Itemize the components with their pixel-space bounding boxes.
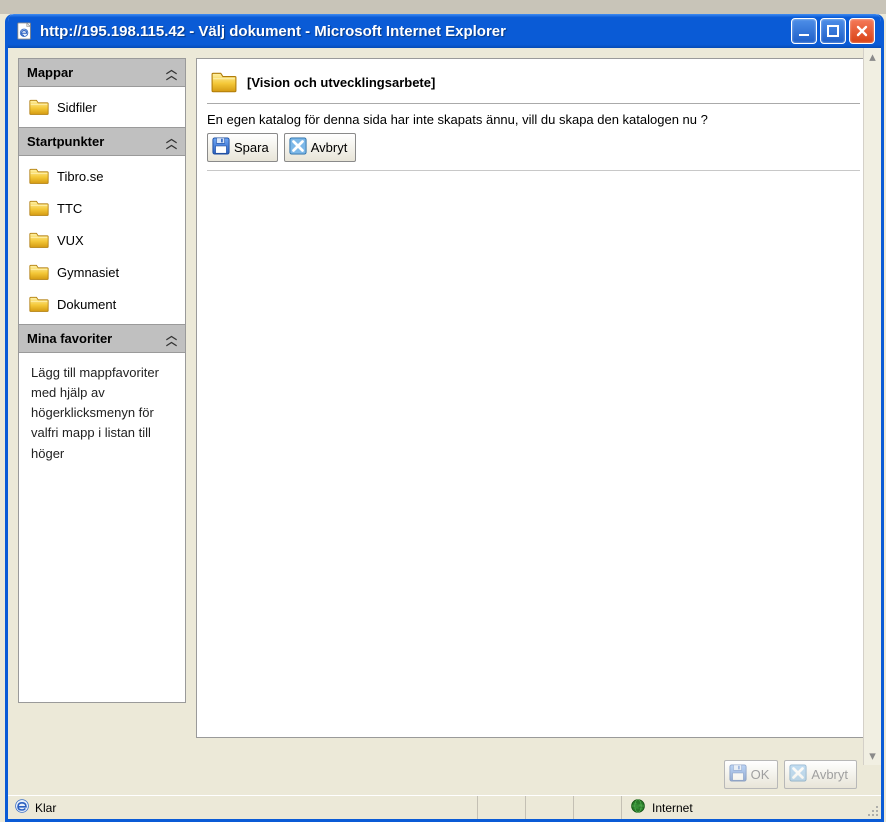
statusbar-empty-cell [574,796,622,819]
sidebar-section-startpunkter: Startpunkter ︿︿ Tibro.se TTC [19,127,185,324]
close-button[interactable] [849,18,875,44]
globe-icon [630,798,646,817]
statusbar-status-cell: Klar [8,796,478,819]
button-label: Spara [234,140,269,155]
dialog-bottom-buttons: OK Avbryt [724,760,857,789]
statusbar-empty-cell [526,796,574,819]
status-text: Klar [35,801,56,815]
prompt-text: En egen katalog för denna sida har inte … [207,112,860,127]
sidebar-header-mappar[interactable]: Mappar ︿︿ [19,59,185,87]
main-heading-text: [Vision och utvecklingsarbete] [247,75,435,90]
statusbar-empty-cell [478,796,526,819]
content-row: Mappar ︿︿ Sidfiler Startpunkter ︿︿ [8,48,881,819]
sidebar-item-vux[interactable]: VUX [19,224,185,256]
sidebar-item-tibro[interactable]: Tibro.se [19,160,185,192]
sidebar-header-favoriter[interactable]: Mina favoriter ︿︿ [19,324,185,353]
folder-icon [29,231,49,249]
sidebar-item-dokument[interactable]: Dokument [19,288,185,320]
scroll-up-arrow-icon[interactable]: ▴ [865,48,881,66]
ok-button[interactable]: OK [724,760,779,789]
ie-icon [14,798,30,817]
sidebar-item-label: Sidfiler [57,100,97,115]
resize-grip[interactable] [859,796,881,819]
folder-icon [29,98,49,116]
window-title: http://195.198.115.42 - Välj dokument - … [40,23,791,40]
button-label: Avbryt [811,767,848,782]
floppy-icon [212,137,230,158]
sidebar-item-label: TTC [57,201,82,216]
cancel-x-icon [789,764,807,785]
prompt-button-row: Spara Avbryt [207,133,860,171]
window-buttons [791,18,875,44]
sidebar-header-label: Startpunkter [27,134,104,149]
collapse-chevrons-icon: ︿︿ [166,333,177,345]
titlebar[interactable]: http://195.198.115.42 - Välj dokument - … [8,14,881,48]
app-page-icon [16,22,34,40]
cancel-bottom-button[interactable]: Avbryt [784,760,857,789]
scroll-down-arrow-icon[interactable]: ▾ [865,747,881,765]
vertical-scrollbar[interactable]: ▴ ▾ [863,48,881,765]
sidebar: Mappar ︿︿ Sidfiler Startpunkter ︿︿ [18,58,186,703]
sidebar-section-mappar: Mappar ︿︿ Sidfiler [19,59,185,127]
sidebar-header-label: Mappar [27,65,73,80]
sidebar-item-label: Gymnasiet [57,265,119,280]
sidebar-item-gymnasiet[interactable]: Gymnasiet [19,256,185,288]
client-area: Mappar ︿︿ Sidfiler Startpunkter ︿︿ [8,48,881,819]
maximize-button[interactable] [820,18,846,44]
desktop-background-strip [0,0,886,14]
sidebar-header-startpunkter[interactable]: Startpunkter ︿︿ [19,127,185,156]
cancel-x-icon [289,137,307,158]
collapse-chevrons-icon: ︿︿ [166,136,177,148]
sidebar-item-label: VUX [57,233,84,248]
zone-text: Internet [652,801,693,815]
sidebar-section-favoriter: Mina favoriter ︿︿ Lägg till mappfavorite… [19,324,185,474]
main-body: En egen katalog för denna sida har inte … [207,104,860,171]
sidebar-items-mappar: Sidfiler [19,87,185,127]
browser-window: http://195.198.115.42 - Välj dokument - … [5,14,884,822]
cancel-button[interactable]: Avbryt [284,133,357,162]
button-label: OK [751,767,770,782]
main-heading: [Vision och utvecklingsarbete] [207,67,860,104]
button-label: Avbryt [311,140,348,155]
folder-icon [29,167,49,185]
folder-icon [29,295,49,313]
statusbar-zone-cell: Internet [622,796,859,819]
folder-icon [29,199,49,217]
floppy-icon [729,764,747,785]
folder-icon [29,263,49,281]
sidebar-item-label: Tibro.se [57,169,103,184]
collapse-chevrons-icon: ︿︿ [166,67,177,79]
save-button[interactable]: Spara [207,133,278,162]
sidebar-item-sidfiler[interactable]: Sidfiler [19,91,185,123]
sidebar-favorites-help-text: Lägg till mappfavoriter med hjälp av hög… [19,353,185,474]
sidebar-items-startpunkter: Tibro.se TTC VUX Gymnasiet [19,156,185,324]
folder-icon [211,71,237,93]
sidebar-item-ttc[interactable]: TTC [19,192,185,224]
sidebar-header-label: Mina favoriter [27,331,112,346]
main-panel: [Vision och utvecklingsarbete] En egen k… [196,58,871,738]
sidebar-item-label: Dokument [57,297,116,312]
minimize-button[interactable] [791,18,817,44]
statusbar: Klar Internet [8,795,881,819]
